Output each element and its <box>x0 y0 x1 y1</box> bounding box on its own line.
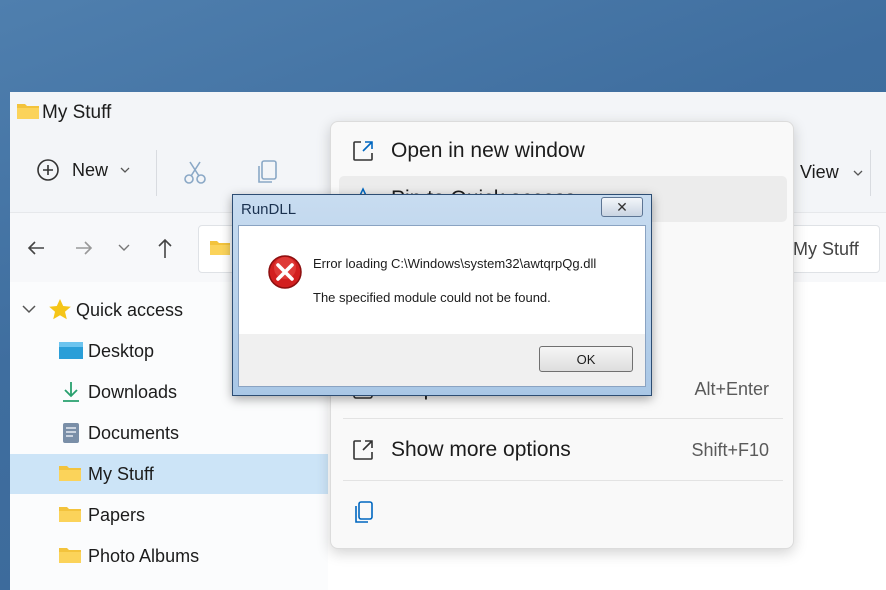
dialog-body: Error loading C:\Windows\system32\awtqrp… <box>238 225 646 335</box>
address-current-folder: My Stuff <box>793 239 859 259</box>
nav-item-my-stuff[interactable]: My Stuff <box>10 454 328 494</box>
desktop-icon <box>59 342 83 359</box>
cut-icon[interactable] <box>182 160 208 186</box>
menu-separator <box>343 418 783 419</box>
folder-icon <box>59 507 81 522</box>
menu-item-show-more-options[interactable]: Show more options Shift+F10 <box>331 427 793 473</box>
menu-item-open-in-new-window[interactable]: Open in new window <box>331 128 793 174</box>
open-new-window-icon <box>353 141 373 161</box>
dialog-close-button[interactable]: ✕ <box>601 197 643 217</box>
back-arrow-icon[interactable] <box>26 239 46 257</box>
window-title: My Stuff <box>42 102 112 123</box>
nav-label: Photo Albums <box>88 545 200 566</box>
show-more-options-icon <box>353 440 373 460</box>
error-icon <box>268 255 302 289</box>
recent-locations-chevron-icon[interactable] <box>118 244 130 252</box>
menu-item-shortcut: Shift+F10 <box>691 439 769 460</box>
nav-label: Quick access <box>76 299 184 320</box>
star-icon <box>49 299 71 320</box>
chevron-down-icon <box>853 170 863 176</box>
toolbar-separator <box>870 150 871 196</box>
chevron-down-icon <box>22 305 36 314</box>
error-message-primary: Error loading C:\Windows\system32\awtqrp… <box>313 256 597 271</box>
view-button[interactable]: View <box>800 162 863 183</box>
dialog-footer: OK <box>238 334 646 387</box>
menu-separator <box>343 480 783 481</box>
copy-icon[interactable] <box>353 500 375 526</box>
toolbar-separator <box>156 150 157 196</box>
nav-label: My Stuff <box>88 463 154 484</box>
folder-icon <box>17 104 39 119</box>
nav-label: Downloads <box>88 381 178 402</box>
forward-arrow-icon[interactable] <box>74 239 94 257</box>
close-icon: ✕ <box>616 198 628 215</box>
menu-item-label: Open in new window <box>391 139 585 162</box>
ok-button[interactable]: OK <box>539 346 633 372</box>
folder-icon <box>59 466 81 481</box>
nav-item-documents[interactable]: Documents <box>10 413 328 453</box>
copy-icon[interactable] <box>256 159 280 187</box>
dialog-title: RunDLL <box>241 201 297 218</box>
folder-icon <box>210 241 230 255</box>
nav-item-papers[interactable]: Papers <box>10 495 328 535</box>
document-icon <box>63 423 79 443</box>
menu-item-shortcut: Alt+Enter <box>694 378 769 399</box>
nav-label: Documents <box>88 422 180 443</box>
error-message-secondary: The specified module could not be found. <box>313 290 551 305</box>
new-button[interactable]: New <box>36 158 130 182</box>
new-label: New <box>72 159 109 180</box>
nav-item-photo-albums[interactable]: Photo Albums <box>10 536 328 576</box>
menu-item-label: Show more options <box>391 438 571 461</box>
rundll-error-dialog: RunDLL ✕ Error loading C:\Windows\system… <box>232 194 652 396</box>
nav-label: Papers <box>88 504 146 525</box>
view-label: View <box>800 162 839 182</box>
plus-circle-icon <box>37 159 59 181</box>
nav-label: Desktop <box>88 340 155 361</box>
up-arrow-icon[interactable] <box>156 237 174 259</box>
download-arrow-icon <box>63 382 79 402</box>
folder-icon <box>59 548 81 563</box>
chevron-down-icon <box>120 167 130 173</box>
